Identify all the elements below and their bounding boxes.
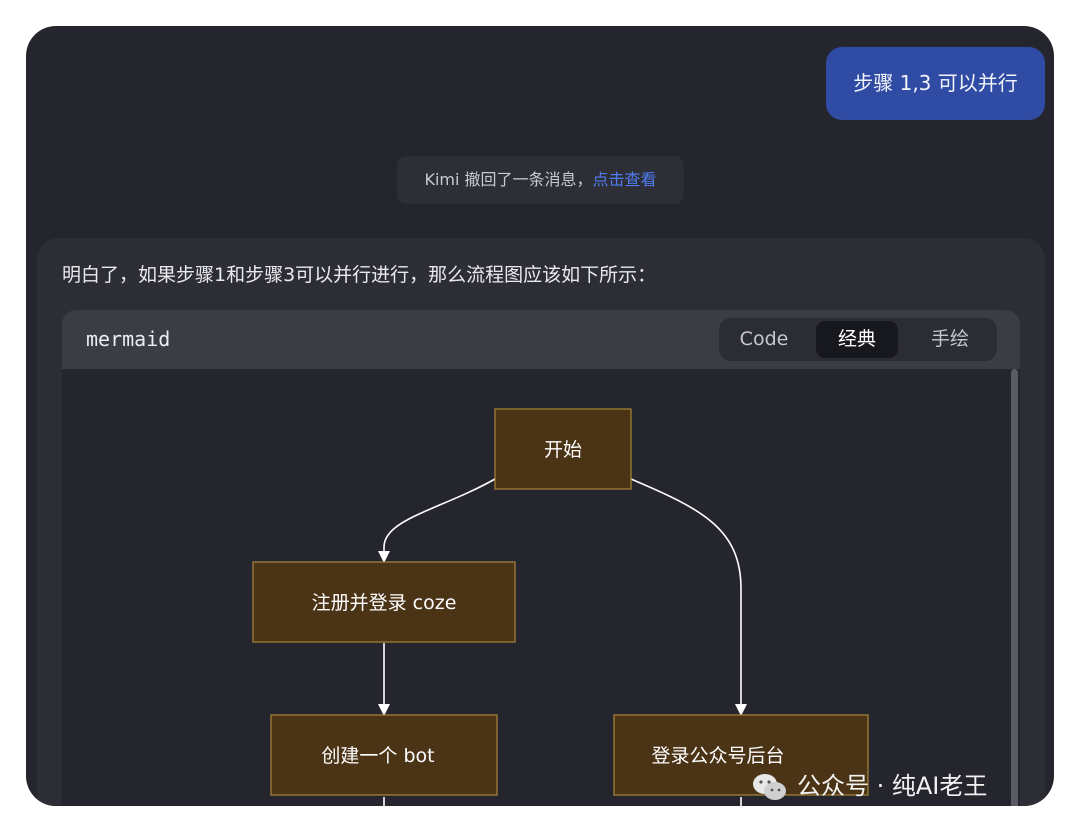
code-block: mermaid Code 经典 手绘 开始 注册并登录 coze 创建一个 bo… — [62, 310, 1020, 806]
node-create-bot-label: 创建一个 bot — [321, 745, 434, 767]
tab-hand-drawn[interactable]: 手绘 — [909, 321, 991, 358]
node-create-bot: 创建一个 bot — [270, 714, 498, 796]
watermark-text: 公众号 · 纯AI老王 — [797, 772, 988, 800]
edge-start-register — [378, 478, 496, 563]
diagram-scrollbar[interactable] — [1011, 369, 1018, 806]
chat-window: 步骤 1,3 可以并行 Kimi 撤回了一条消息，点击查看 明白了，如果步骤1和… — [26, 26, 1054, 806]
node-start: 开始 — [494, 408, 632, 490]
code-block-header: mermaid Code 经典 手绘 — [62, 310, 1020, 369]
user-message-bubble: 步骤 1,3 可以并行 — [826, 47, 1045, 120]
assistant-text: 明白了，如果步骤1和步骤3可以并行进行，那么流程图应该如下所示： — [62, 264, 657, 286]
edge-start-login-admin — [630, 478, 747, 716]
node-register-coze-label: 注册并登录 coze — [312, 592, 457, 614]
wechat-icon — [753, 774, 786, 800]
code-language-label: mermaid — [86, 327, 171, 351]
view-mode-switch: Code 经典 手绘 — [719, 318, 997, 361]
recall-notice: Kimi 撤回了一条消息，点击查看 — [397, 156, 684, 204]
node-register-coze: 注册并登录 coze — [252, 561, 516, 643]
node-start-label: 开始 — [544, 439, 582, 461]
watermark: 公众号 · 纯AI老王 — [749, 766, 987, 806]
tab-classic[interactable]: 经典 — [816, 321, 898, 358]
node-login-admin-label: 登录公众号后台 — [651, 745, 784, 767]
tab-code[interactable]: Code — [723, 321, 805, 358]
assistant-message: 明白了，如果步骤1和步骤3可以并行进行，那么流程图应该如下所示： mermaid… — [37, 238, 1045, 806]
flowchart-diagram: 开始 注册并登录 coze 创建一个 bot 登录公众号后台 — [252, 408, 869, 806]
recall-notice-text: Kimi 撤回了一条消息， — [424, 170, 593, 189]
view-recalled-link[interactable]: 点击查看 — [593, 170, 657, 189]
